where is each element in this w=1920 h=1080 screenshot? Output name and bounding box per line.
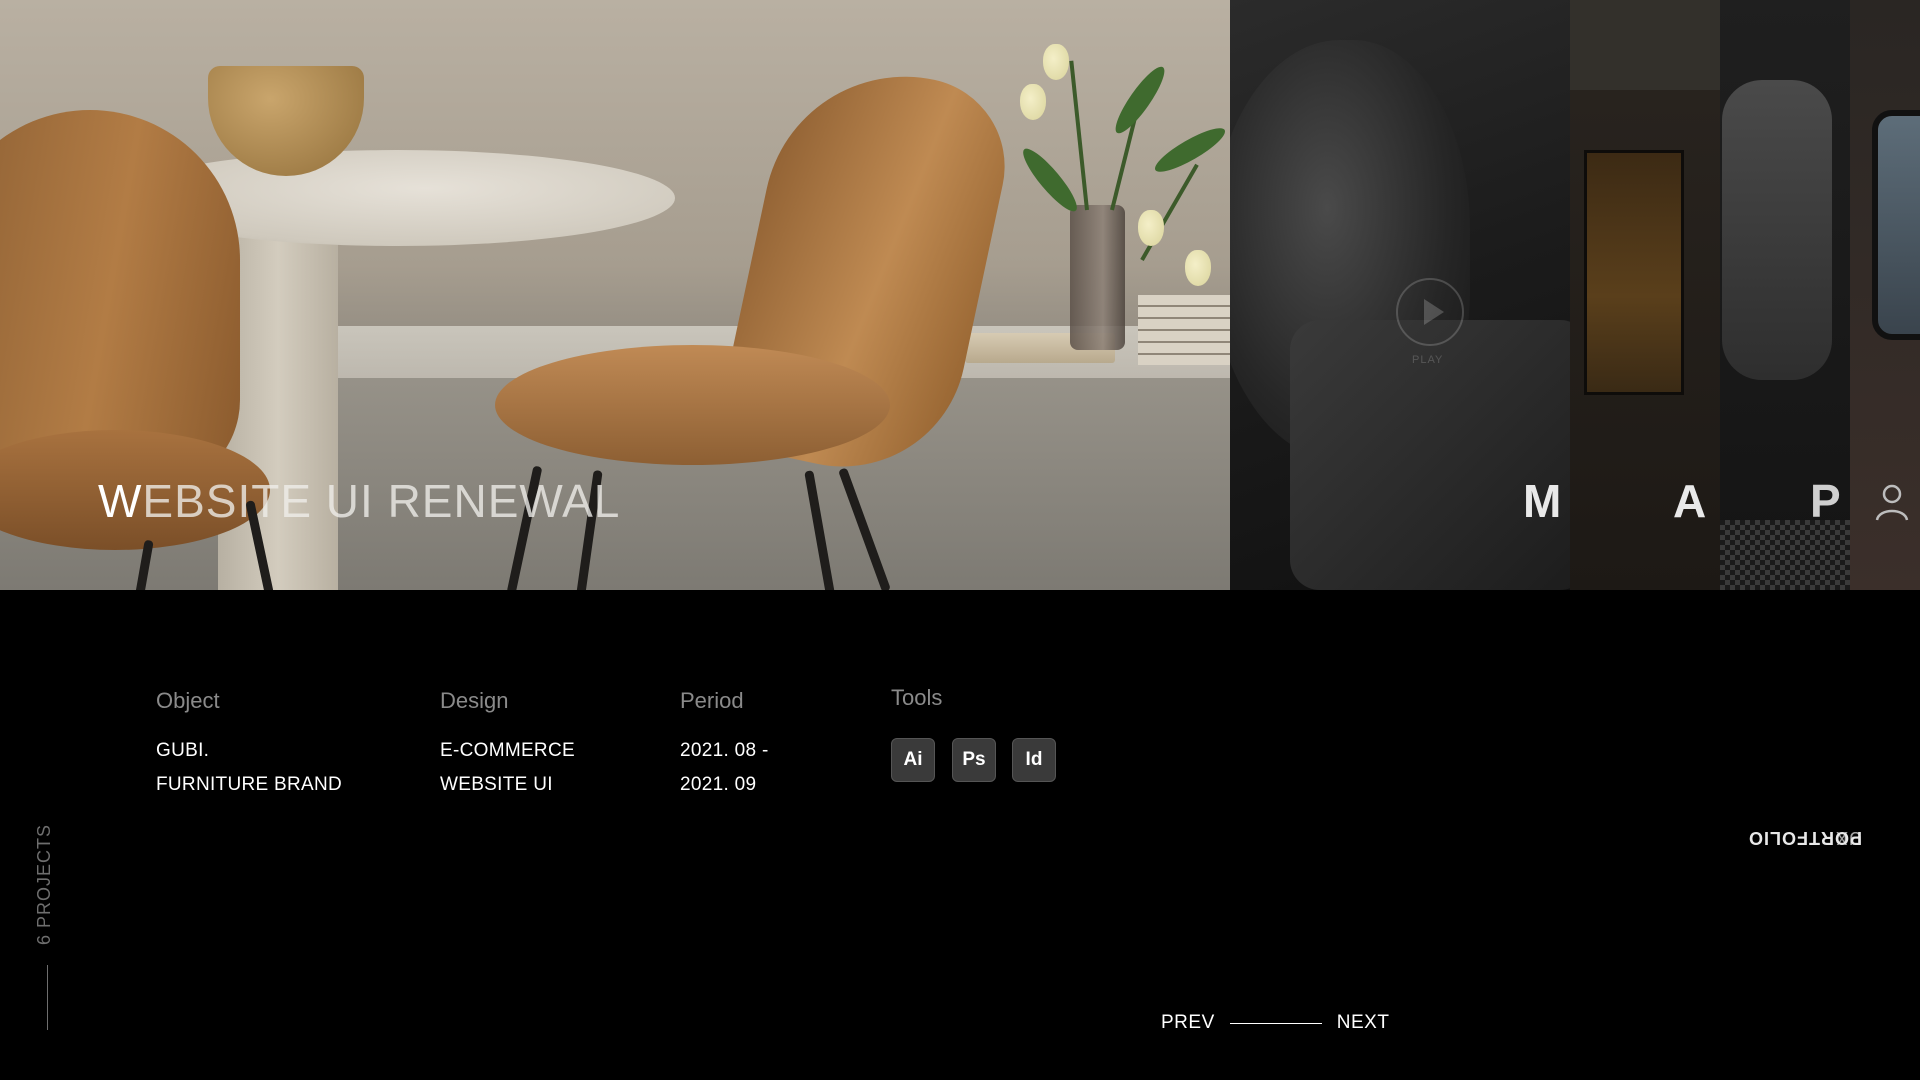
next-button[interactable]: NEXT (1337, 1012, 1390, 1034)
detail-period: Period 2021. 08 - 2021. 09 (680, 688, 769, 802)
detail-design: Design E-COMMERCE WEBSITE UI (440, 688, 575, 802)
detail-period-label: Period (680, 688, 744, 713)
panel-a-ceiling (1570, 0, 1720, 90)
detail-design-line: E-COMMERCE (440, 740, 575, 761)
project-panel-a-initial: A (1673, 475, 1707, 527)
panel-a-poster (1584, 150, 1684, 395)
play-label: PLAY (1412, 354, 1444, 366)
indesign-icon: Id (1012, 738, 1056, 782)
scene-stem (1069, 60, 1089, 211)
scene-tulip (1138, 210, 1164, 246)
project-count: 6 PROJECTS (28, 820, 68, 950)
pager: PREV NEXT (1161, 1010, 1389, 1036)
scene-leaf (1150, 121, 1230, 179)
detail-tools-label: Tools (891, 685, 943, 710)
user-icon (1875, 484, 1909, 521)
illustrator-icon: Ai (891, 738, 935, 782)
project-slider: WEBSITE UI RENEWAL M PLAY A P (0, 0, 1920, 590)
panel-o-device (1872, 110, 1920, 340)
project-count-divider (47, 965, 48, 1030)
active-project-image[interactable]: WEBSITE UI RENEWAL (0, 0, 1230, 590)
detail-object-line: GUBI. (156, 740, 210, 761)
detail-design-line: WEBSITE UI (440, 774, 553, 795)
play-icon[interactable] (1396, 278, 1464, 346)
detail-object: Object GUBI. FURNITURE BRAND (156, 688, 342, 802)
scene-chair-seat (495, 345, 890, 465)
photoshop-icon: Ps (952, 738, 996, 782)
scene-tulip (1043, 44, 1069, 80)
pager-divider (1229, 1022, 1322, 1024)
project-count-label: 6 PROJECTS (34, 823, 54, 945)
scene-tulip (1020, 84, 1046, 120)
active-project-title-initial: W (98, 475, 143, 527)
prev-button[interactable]: PREV (1161, 1012, 1215, 1034)
detail-period-line: 2021. 09 (680, 774, 757, 795)
scene-leaf (1108, 61, 1172, 139)
detail-object-label: Object (156, 688, 220, 713)
panel-p-person (1722, 80, 1832, 380)
panel-p-pattern (1720, 520, 1850, 590)
scene-books (1138, 295, 1230, 365)
detail-design-label: Design (440, 688, 509, 713)
detail-object-line: FURNITURE BRAND (156, 774, 343, 795)
scene-leaf (1016, 142, 1084, 218)
portfolio-label-suffix: PORTFOLIO (1748, 828, 1862, 848)
active-project-title-rest: EBSITE UI RENEWAL (142, 475, 621, 527)
active-project-title[interactable]: WEBSITE UI RENEWAL (98, 474, 620, 528)
scene-tulip (1185, 250, 1211, 286)
project-panel-m-initial: M (1523, 475, 1562, 527)
detail-period-line: 2021. 08 - (680, 740, 769, 761)
scene-vase (1070, 205, 1125, 350)
